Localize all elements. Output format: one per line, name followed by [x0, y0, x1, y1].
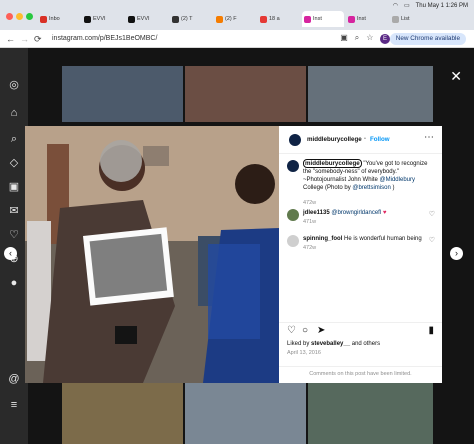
post-date: April 13, 2016 — [287, 350, 321, 356]
caption-mention-photographer[interactable]: @brettsimison — [352, 185, 390, 191]
comment-1-mention[interactable]: @browngirldancefl — [331, 210, 381, 216]
explore-icon[interactable]: ◇ — [7, 156, 21, 170]
grid-tile-bottom-1[interactable] — [62, 380, 183, 444]
wikipedia-icon — [392, 15, 399, 23]
browser-tab-strip: Inbo EVVI EVVI (2) T (2) F 18 a Inst Ins… — [0, 0, 474, 30]
grid-tile-top-3[interactable] — [308, 66, 433, 122]
address-bar[interactable]: instagram.com/p/BEJs1BeOMBC/ — [52, 33, 157, 45]
battery-icon[interactable]: ▭ — [404, 2, 410, 9]
tab-list: Inbo EVVI EVVI (2) T (2) F 18 a Inst Ins… — [38, 11, 432, 27]
grid-tile-top-1[interactable] — [62, 66, 183, 122]
comment-2-text: spinning_fool He is wonderful human bein… — [303, 235, 422, 243]
tab-instagram-2[interactable]: Inst — [346, 11, 388, 27]
comment-2-user[interactable]: spinning_fool — [303, 236, 342, 242]
tab-site-4[interactable]: (2) T — [170, 11, 212, 27]
comments-limited-note: Comments on this post have been limited. — [279, 366, 442, 377]
news-icon — [260, 15, 267, 23]
comment-1-like-icon[interactable]: ♡ — [429, 210, 435, 218]
author-avatar[interactable] — [289, 134, 301, 146]
comment-icon[interactable]: ○ — [302, 325, 308, 336]
comment-2: spinning_fool He is wonderful human bein… — [279, 234, 442, 256]
tab-gmail[interactable]: Inbo — [38, 11, 80, 27]
close-modal-icon[interactable]: ✕ — [450, 68, 462, 85]
minimize-window-dot[interactable] — [16, 13, 23, 20]
caption-mention-middlebury[interactable]: @Middlebury — [380, 177, 415, 183]
reels-icon[interactable]: ▣ — [7, 180, 21, 194]
search-icon[interactable]: ⌕ — [7, 132, 21, 146]
save-icon[interactable]: ▮ — [428, 325, 434, 336]
caption-avatar[interactable] — [287, 160, 299, 172]
instagram-logo-icon[interactable]: ◎ — [7, 78, 21, 92]
caption-username[interactable]: middleburycollege — [303, 159, 362, 168]
more-options-icon[interactable]: ⋯ — [424, 133, 434, 143]
notifications-heart-icon[interactable]: ♡ — [7, 228, 21, 242]
messages-icon[interactable]: ✉ — [7, 204, 21, 218]
wifi-icon[interactable]: ◠ — [393, 2, 398, 9]
grid-tile-bottom-2[interactable] — [185, 380, 306, 444]
instagram-icon — [348, 15, 355, 23]
search-icon[interactable]: ⌕ — [355, 33, 359, 43]
back-icon[interactable]: ← — [6, 33, 15, 45]
caption-text: middleburycollege "You've got to recogni… — [303, 159, 435, 192]
bookmark-star-icon[interactable]: ☆ — [366, 33, 373, 43]
comment-1-user[interactable]: jdlee1135 — [303, 210, 330, 216]
author-username[interactable]: middleburycollege — [307, 136, 362, 143]
liked-by-line: Liked by steveballey__ and others — [287, 341, 381, 347]
post-header: middleburycollege • Follow ⋯ — [279, 126, 442, 154]
zoom-window-dot[interactable] — [26, 13, 33, 20]
site-icon — [172, 15, 179, 23]
post-photo — [25, 126, 279, 383]
post-photo-illustration — [25, 126, 279, 383]
tab-site-5[interactable]: (2) F — [214, 11, 256, 27]
forward-icon[interactable]: → — [20, 33, 29, 45]
home-icon[interactable]: ⌂ — [7, 106, 21, 120]
caption-body-3: ) — [392, 185, 395, 191]
comment-1-age: 471w — [303, 219, 317, 225]
tab-x-2[interactable]: EVVI — [126, 11, 168, 27]
next-post-icon[interactable]: › — [450, 247, 463, 260]
x-icon — [84, 15, 91, 23]
header-separator: • — [364, 136, 366, 142]
instagram-icon — [304, 15, 311, 23]
tab-wikipedia[interactable]: List — [390, 11, 432, 27]
liked-by-user[interactable]: steveballey__ — [311, 341, 350, 347]
like-icon[interactable]: ♡ — [287, 325, 296, 336]
comment-1: jdlee1135 @browngirldancefl ♥ 471w ♡ — [279, 208, 442, 230]
comment-2-avatar[interactable] — [287, 235, 299, 247]
caption-age: 472w — [303, 200, 317, 206]
comment-1-avatar[interactable] — [287, 209, 299, 221]
more-menu-icon[interactable]: ≡ — [7, 398, 21, 412]
reload-icon[interactable]: ⟳ — [34, 33, 42, 45]
address-row: ← → ⟳ instagram.com/p/BEJs1BeOMBC/ ▣ ⌕ ☆… — [0, 30, 474, 48]
profile-avatar[interactable]: E — [380, 34, 390, 44]
comment-1-text: jdlee1135 @browngirldancefl ♥ — [303, 209, 386, 217]
comment-2-body: He is wonderful human being — [344, 236, 422, 242]
caption-body-2: College (Photo by — [303, 185, 353, 191]
tab-instagram-active[interactable]: Inst — [302, 11, 344, 27]
rss-icon — [216, 15, 223, 23]
post-modal: middleburycollege • Follow ⋯ middleburyc… — [25, 126, 442, 383]
gmail-icon — [40, 15, 47, 23]
comment-2-age: 472w — [303, 245, 317, 251]
post-side-panel: middleburycollege • Follow ⋯ middleburyc… — [279, 126, 442, 383]
actions-row: ♡ ○ ➤ ▮ — [279, 322, 442, 338]
tab-site-6[interactable]: 18 a — [258, 11, 300, 27]
new-chrome-button[interactable]: New Chrome available — [389, 33, 466, 45]
cast-icon[interactable]: ▣ — [340, 33, 348, 43]
profile-icon[interactable]: ● — [7, 276, 21, 290]
follow-button[interactable]: Follow — [370, 136, 390, 143]
menu-status: ◠ ▭ Thu May 1 1:26 PM — [393, 2, 468, 10]
clock-text: Thu May 1 1:26 PM — [415, 2, 468, 9]
instagram-sidebar: ◎ ⌂ ⌕ ◇ ▣ ✉ ♡ ⊕ ● @ ≡ — [0, 48, 28, 444]
comment-1-heart-emoji: ♥ — [382, 210, 387, 216]
comment-2-like-icon[interactable]: ♡ — [429, 236, 435, 244]
threads-icon[interactable]: @ — [7, 372, 21, 386]
share-icon[interactable]: ➤ — [317, 325, 325, 336]
previous-post-icon[interactable]: ‹ — [4, 247, 17, 260]
tab-x-1[interactable]: EVVI — [82, 11, 124, 27]
grid-tile-bottom-3[interactable] — [308, 380, 433, 444]
x-icon — [128, 15, 135, 23]
grid-tile-top-2[interactable] — [185, 66, 306, 122]
close-window-dot[interactable] — [6, 13, 13, 20]
